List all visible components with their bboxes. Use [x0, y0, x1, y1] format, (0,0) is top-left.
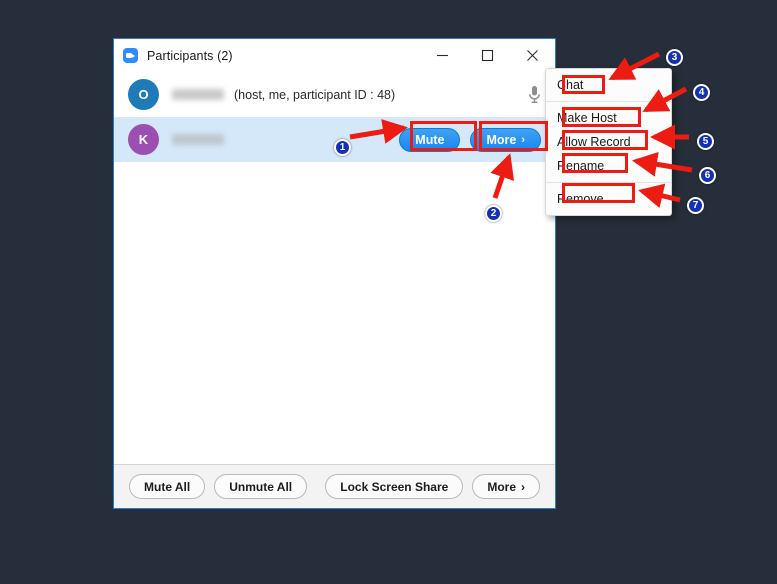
menu-item-rename[interactable]: Rename [546, 154, 671, 178]
participants-window: Participants (2) O (host, me, participan… [113, 38, 556, 509]
participant-row-actions: Mute More › [399, 127, 541, 152]
participant-name-redacted [172, 134, 224, 145]
menu-item-remove[interactable]: Remove [546, 187, 671, 211]
mute-button-label: Mute [415, 132, 445, 147]
unmute-all-label: Unmute All [229, 479, 293, 494]
minimize-icon [437, 54, 448, 57]
lock-screen-share-button[interactable]: Lock Screen Share [325, 474, 464, 499]
footer-more-label: More [487, 479, 516, 494]
window-title-bar[interactable]: Participants (2) [114, 39, 555, 72]
zoom-camera-icon [123, 48, 138, 63]
annotation-badge-6: 6 [699, 167, 716, 184]
more-button-label: More [486, 132, 517, 147]
mute-button[interactable]: Mute [399, 127, 461, 152]
annotation-badge-5: 5 [697, 133, 714, 150]
participant-name-redacted [172, 89, 224, 100]
annotation-badge-7: 7 [687, 197, 704, 214]
close-icon [527, 50, 538, 61]
maximize-button[interactable] [465, 39, 510, 72]
more-button[interactable]: More › [470, 127, 541, 152]
participant-list[interactable]: O (host, me, participant ID : 48) K Mute [114, 72, 555, 464]
mute-all-button[interactable]: Mute All [129, 474, 206, 499]
participant-row-selected[interactable]: K Mute More › [114, 117, 555, 162]
participant-row-host[interactable]: O (host, me, participant ID : 48) [114, 72, 555, 117]
lock-screen-share-label: Lock Screen Share [340, 479, 449, 494]
window-title: Participants (2) [147, 48, 233, 63]
menu-separator [546, 182, 671, 183]
footer-more-button[interactable]: More › [472, 474, 540, 499]
menu-separator [546, 101, 671, 102]
annotation-badge-4: 4 [693, 84, 710, 101]
participant-meta: (host, me, participant ID : 48) [234, 87, 396, 102]
participant-context-menu[interactable]: Chat Make Host Allow Record Rename Remov… [545, 68, 672, 216]
mute-all-label: Mute All [144, 479, 191, 494]
unmute-all-button[interactable]: Unmute All [214, 474, 308, 499]
menu-item-chat[interactable]: Chat [546, 73, 671, 97]
chevron-right-icon: › [521, 479, 525, 494]
participant-row-actions [528, 85, 541, 104]
maximize-icon [481, 49, 494, 62]
avatar: O [128, 79, 159, 110]
minimize-button[interactable] [420, 39, 465, 72]
menu-item-make-host[interactable]: Make Host [546, 106, 671, 130]
avatar: K [128, 124, 159, 155]
chevron-right-icon: › [521, 133, 525, 146]
annotation-badge-3: 3 [666, 49, 683, 66]
participants-footer-toolbar: Mute All Unmute All Lock Screen Share Mo… [114, 464, 555, 508]
menu-item-allow-record[interactable]: Allow Record [546, 130, 671, 154]
microphone-icon [529, 86, 540, 103]
